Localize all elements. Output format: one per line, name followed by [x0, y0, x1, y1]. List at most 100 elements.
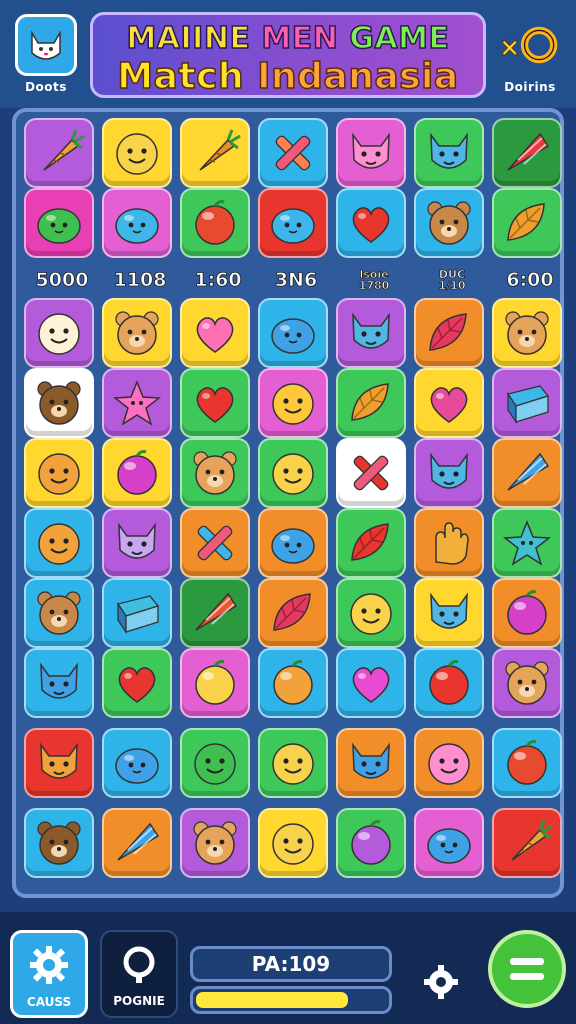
cone-piece[interactable] — [492, 118, 562, 188]
close-button[interactable]: × Doirins — [494, 12, 566, 98]
yellow-face-piece[interactable] — [258, 808, 328, 878]
pink-star-piece[interactable] — [102, 368, 172, 438]
blob-icon — [115, 748, 159, 784]
pink-cat-piece[interactable] — [336, 118, 406, 188]
teal-star-piece[interactable] — [492, 508, 562, 578]
cone-piece[interactable] — [102, 808, 172, 878]
profile-button[interactable]: Doots — [10, 12, 82, 98]
yellow-ball-piece[interactable] — [180, 648, 250, 718]
settings-button[interactable]: CAUSS — [10, 930, 88, 1018]
orange-face-piece[interactable] — [24, 438, 94, 508]
blue-drop-piece[interactable] — [258, 508, 328, 578]
blob-icon — [427, 828, 471, 864]
purple-ball-piece[interactable] — [492, 578, 562, 648]
blue-blob-piece[interactable] — [102, 188, 172, 258]
blue-cat-piece[interactable] — [24, 648, 94, 718]
leaf-icon — [273, 593, 311, 631]
bear-piece[interactable] — [414, 188, 484, 258]
bear-icon — [37, 821, 81, 865]
orange-cat-piece[interactable] — [24, 728, 94, 798]
bear-piece[interactable] — [492, 298, 562, 368]
orange-leaf-piece[interactable] — [492, 188, 562, 258]
leaf-icon — [429, 313, 467, 351]
cat-icon — [352, 132, 390, 169]
orange-ball-piece[interactable] — [258, 648, 328, 718]
red-heart-piece[interactable] — [102, 648, 172, 718]
cross-icon — [353, 455, 389, 491]
score-label-line: 1780 — [358, 279, 390, 292]
crossed-sticks-piece[interactable] — [258, 118, 328, 188]
bear-piece[interactable] — [24, 578, 94, 648]
cone-piece[interactable] — [492, 438, 562, 508]
blue-cat-piece[interactable] — [414, 438, 484, 508]
purple-ball-piece[interactable] — [336, 808, 406, 878]
blue-cat-piece[interactable] — [414, 118, 484, 188]
orange-face-piece[interactable] — [24, 508, 94, 578]
yellow-face-piece[interactable] — [102, 118, 172, 188]
blue-cat-piece[interactable] — [414, 578, 484, 648]
pink-face-piece[interactable] — [414, 728, 484, 798]
red-heart-piece[interactable] — [336, 188, 406, 258]
hand-piece[interactable] — [414, 508, 484, 578]
green-blob-piece[interactable] — [24, 188, 94, 258]
camera-button[interactable] — [418, 958, 464, 1004]
menu-button[interactable] — [488, 930, 566, 1008]
pink-leaf-piece[interactable] — [414, 298, 484, 368]
bear-piece[interactable] — [180, 808, 250, 878]
cone-piece[interactable] — [180, 578, 250, 648]
leaf-icon — [507, 203, 545, 241]
ball-icon — [351, 820, 391, 865]
white-face-piece[interactable] — [24, 298, 94, 368]
pink-heart-piece[interactable] — [180, 298, 250, 368]
box-piece[interactable] — [492, 368, 562, 438]
blue-cat-piece[interactable] — [336, 298, 406, 368]
bear-piece[interactable] — [492, 648, 562, 718]
leaf-icon — [351, 383, 389, 421]
pink-heart-piece[interactable] — [336, 648, 406, 718]
yellow-face-piece[interactable] — [258, 368, 328, 438]
menu-icon — [510, 958, 544, 980]
blue-blob-piece[interactable] — [258, 188, 328, 258]
crossed-sticks-piece[interactable] — [180, 508, 250, 578]
yellow-face-piece[interactable] — [336, 578, 406, 648]
red-leaf-piece[interactable] — [336, 508, 406, 578]
pink-leaf-piece[interactable] — [258, 578, 328, 648]
bear-piece[interactable] — [102, 298, 172, 368]
bear-piece[interactable] — [180, 438, 250, 508]
blue-drop-piece[interactable] — [258, 298, 328, 368]
face-icon — [272, 383, 314, 425]
red-ball-piece[interactable] — [180, 188, 250, 258]
yellow-face-piece[interactable] — [258, 728, 328, 798]
yellow-face-piece[interactable] — [258, 438, 328, 508]
brown-bear-piece[interactable] — [24, 808, 94, 878]
crossed-sticks-piece[interactable] — [336, 438, 406, 508]
cat-icon — [352, 742, 390, 779]
carrot-piece[interactable] — [180, 118, 250, 188]
bear-icon — [37, 381, 81, 425]
carrot-piece[interactable] — [492, 808, 562, 878]
blue-blob-piece[interactable] — [414, 808, 484, 878]
search-icon — [111, 938, 167, 990]
carrot-icon — [43, 129, 85, 171]
red-ball-piece[interactable] — [492, 728, 562, 798]
blue-cat-piece[interactable] — [336, 728, 406, 798]
carrot-piece[interactable] — [24, 118, 94, 188]
orange-leaf-piece[interactable] — [336, 368, 406, 438]
face-icon — [38, 523, 80, 565]
purple-cat-piece[interactable] — [102, 508, 172, 578]
pink-heart-piece[interactable] — [414, 368, 484, 438]
green-face-piece[interactable] — [180, 728, 250, 798]
cat-icon — [430, 132, 468, 169]
blue-blob-piece[interactable] — [102, 728, 172, 798]
brown-bear-piece[interactable] — [24, 368, 94, 438]
red-ball-piece[interactable] — [414, 648, 484, 718]
cone-icon — [117, 822, 160, 861]
carrot-icon — [199, 129, 241, 171]
search-button[interactable]: POGNIE — [100, 930, 178, 1018]
title-word: MEN — [261, 20, 339, 57]
red-heart-piece[interactable] — [180, 368, 250, 438]
box-piece[interactable] — [102, 578, 172, 648]
star-icon — [112, 379, 162, 426]
purple-ball-piece[interactable] — [102, 438, 172, 508]
carrot-icon — [511, 819, 553, 861]
